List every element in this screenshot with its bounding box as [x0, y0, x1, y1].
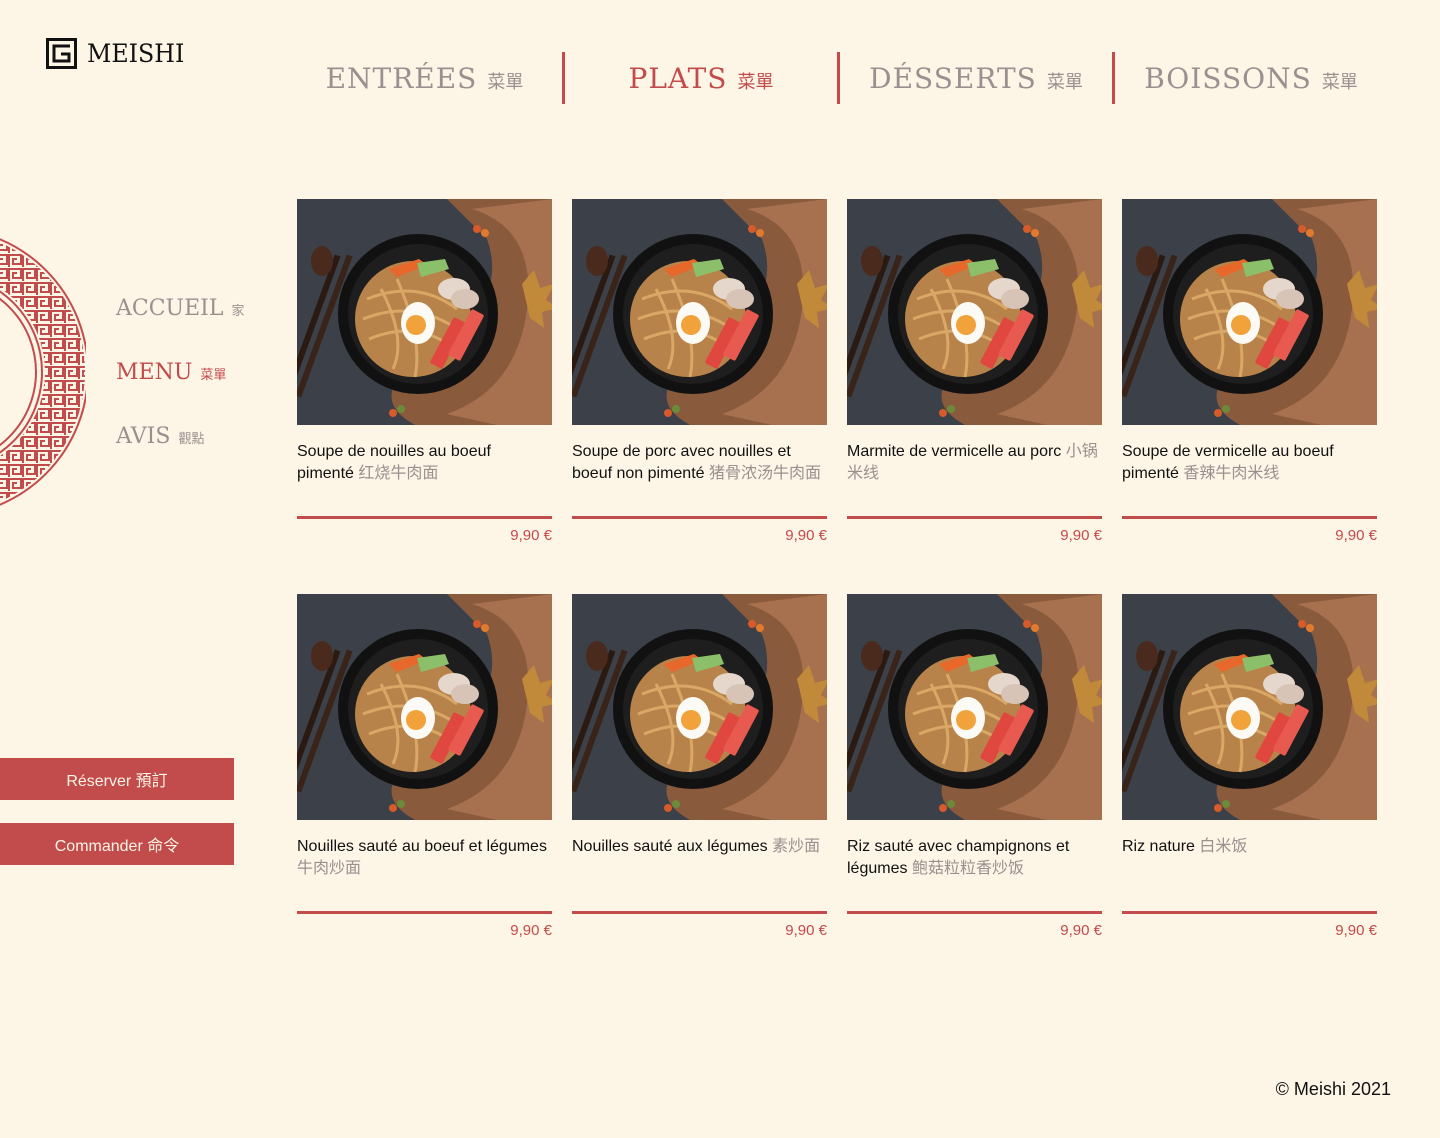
logo-mark-icon [46, 38, 77, 69]
dish-title: Marmite de vermicelle au porc 小锅米线 [847, 441, 1102, 506]
side-nav: Accueil 家 Menu 菜單 Avis 觀點 [116, 296, 244, 488]
tab-label-cn: 菜單 [487, 72, 524, 93]
dish-row: Nouilles sauté au boeuf et légumes 牛肉炒面 … [297, 594, 1377, 989]
divider [1122, 516, 1377, 519]
dish-price: 9,90 € [1335, 527, 1377, 544]
dish-photo [847, 199, 1102, 425]
dish-card[interactable]: Riz sauté avec champignons et légumes 鲍菇… [847, 594, 1102, 989]
dish-name-cn: 猪骨浓汤牛肉面 [709, 465, 822, 482]
side-nav-label-cn: 觀點 [178, 432, 205, 447]
side-nav-label: Menu [116, 360, 193, 385]
divider [297, 516, 552, 519]
tab-label: Entrées [325, 61, 478, 95]
tab-label-cn: 菜單 [1321, 72, 1358, 93]
decorative-key-pattern-circle [0, 226, 86, 518]
tab-entrees[interactable]: Entrées 菜單 [287, 52, 562, 104]
side-nav-avis[interactable]: Avis 觀點 [116, 424, 244, 488]
dish-title: Nouilles sauté aux légumes 素炒面 [572, 836, 827, 901]
divider [847, 516, 1102, 519]
dish-photo [572, 594, 827, 820]
tab-label: Boissons [1144, 61, 1312, 95]
side-nav-label-cn: 家 [231, 304, 245, 319]
dish-photo [847, 594, 1102, 820]
dish-title: Soupe de nouilles au boeuf pimenté 红烧牛肉面 [297, 441, 552, 506]
divider [847, 911, 1102, 914]
tab-desserts[interactable]: Désserts 菜單 [837, 52, 1112, 104]
brand-name: MEISHI [87, 39, 185, 68]
side-nav-accueil[interactable]: Accueil 家 [116, 296, 244, 360]
dish-price: 9,90 € [785, 922, 827, 939]
dish-photo [1122, 199, 1377, 425]
dish-price: 9,90 € [510, 922, 552, 939]
category-tabs: Entrées 菜單 Plats 菜單 Désserts 菜單 Boissons… [287, 52, 1387, 104]
dish-title: Nouilles sauté au boeuf et légumes 牛肉炒面 [297, 836, 552, 901]
divider [297, 911, 552, 914]
dish-title: Riz sauté avec champignons et légumes 鲍菇… [847, 836, 1102, 901]
side-nav-menu[interactable]: Menu 菜單 [116, 360, 244, 424]
dish-card[interactable]: Soupe de vermicelle au boeuf pimenté 香辣牛… [1122, 199, 1377, 594]
dish-name: Nouilles sauté aux légumes [572, 838, 768, 855]
dish-grid: Soupe de nouilles au boeuf pimenté 红烧牛肉面… [297, 199, 1377, 989]
divider [572, 911, 827, 914]
dish-name-cn: 鲍菇粒粒香炒饭 [911, 860, 1024, 877]
dish-name-cn: 香辣牛肉米线 [1183, 465, 1280, 482]
reserve-button[interactable]: Réserver 預訂 [0, 758, 234, 800]
dish-card[interactable]: Soupe de porc avec nouilles et boeuf non… [572, 199, 827, 594]
divider [572, 516, 827, 519]
dish-card[interactable]: Riz nature 白米饭 9,90 € [1122, 594, 1377, 989]
tab-label-cn: 菜單 [1046, 72, 1083, 93]
dish-title: Riz nature 白米饭 [1122, 836, 1377, 901]
tab-boissons[interactable]: Boissons 菜單 [1112, 52, 1387, 104]
dish-price: 9,90 € [1335, 922, 1377, 939]
divider [1122, 911, 1377, 914]
tab-plats[interactable]: Plats 菜單 [562, 52, 837, 104]
tab-label-cn: 菜單 [737, 72, 774, 93]
dish-name-cn: 白米饭 [1199, 838, 1248, 855]
dish-row: Soupe de nouilles au boeuf pimenté 红烧牛肉面… [297, 199, 1377, 594]
dish-card[interactable]: Nouilles sauté au boeuf et légumes 牛肉炒面 … [297, 594, 552, 989]
brand-logo[interactable]: MEISHI [46, 38, 190, 69]
dish-title: Soupe de vermicelle au boeuf pimenté 香辣牛… [1122, 441, 1377, 506]
dish-card[interactable]: Soupe de nouilles au boeuf pimenté 红烧牛肉面… [297, 199, 552, 594]
dish-name: Nouilles sauté au boeuf et légumes [297, 838, 547, 855]
dish-price: 9,90 € [785, 527, 827, 544]
side-nav-label: Accueil [116, 296, 224, 321]
dish-name-cn: 素炒面 [772, 838, 821, 855]
dish-name-cn: 牛肉炒面 [297, 860, 362, 877]
dish-name-cn: 红烧牛肉面 [358, 465, 439, 482]
dish-card[interactable]: Marmite de vermicelle au porc 小锅米线 9,90 … [847, 199, 1102, 594]
copyright: © Meishi 2021 [1275, 1079, 1391, 1099]
tab-label: Plats [628, 61, 728, 95]
dish-photo [297, 594, 552, 820]
dish-price: 9,90 € [1060, 527, 1102, 544]
dish-photo [1122, 594, 1377, 820]
dish-card[interactable]: Nouilles sauté aux légumes 素炒面 9,90 € [572, 594, 827, 989]
dish-price: 9,90 € [510, 527, 552, 544]
order-button[interactable]: Commander 命令 [0, 823, 234, 865]
tab-label: Désserts [869, 61, 1037, 95]
dish-title: Soupe de porc avec nouilles et boeuf non… [572, 441, 827, 506]
dish-price: 9,90 € [1060, 922, 1102, 939]
side-nav-label: Avis [116, 424, 171, 449]
dish-photo [572, 199, 827, 425]
side-nav-label-cn: 菜單 [200, 368, 227, 383]
dish-photo [297, 199, 552, 425]
dish-name: Marmite de vermicelle au porc [847, 443, 1062, 460]
dish-name: Riz nature [1122, 838, 1195, 855]
